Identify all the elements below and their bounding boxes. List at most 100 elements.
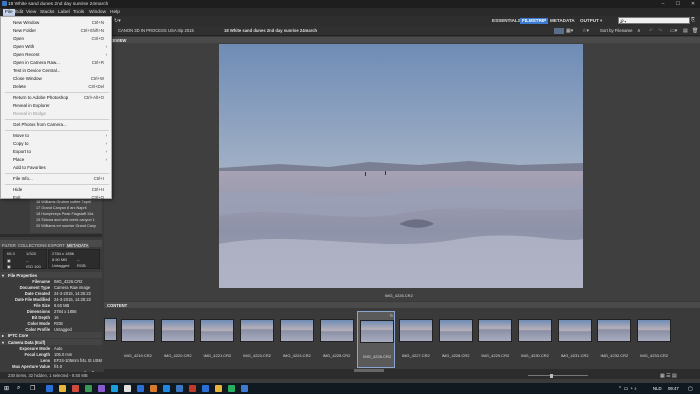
delete-icon[interactable]: 🗑 bbox=[692, 28, 698, 34]
taskbar-app-icon[interactable] bbox=[241, 385, 248, 392]
file-menu-item[interactable]: Export to › bbox=[1, 148, 111, 156]
menu-view[interactable]: View bbox=[26, 10, 36, 15]
sort-direction-icon[interactable]: ∧ bbox=[637, 28, 641, 34]
folder-item[interactable]: 19 Sidona and wild creek canyon 1 bbox=[36, 218, 95, 222]
workspace-filmstrip[interactable]: FILMSTRIP bbox=[520, 18, 549, 24]
taskbar-app-icon[interactable] bbox=[176, 385, 183, 392]
menu-tools[interactable]: Tools bbox=[73, 10, 84, 15]
camera-download-icon[interactable]: ⎘ bbox=[691, 17, 695, 23]
breadcrumb-item[interactable]: USA trip 2015 bbox=[168, 28, 194, 33]
star-rating-icon[interactable]: ☆▾ bbox=[582, 28, 589, 34]
file-menu-item[interactable]: File Info... Ctrl+I bbox=[1, 175, 111, 183]
thumbnail[interactable]: IMG_4228.CR2 bbox=[437, 311, 475, 368]
taskbar-app-icon[interactable] bbox=[111, 385, 118, 392]
new-folder-icon[interactable]: ▤ bbox=[683, 28, 688, 34]
search-icon[interactable]: ⌕ bbox=[17, 385, 20, 392]
thumbnail-size-slider[interactable] bbox=[528, 375, 588, 376]
taskbar-app-icon[interactable] bbox=[72, 385, 79, 392]
thumbnail[interactable]: IMG_4233.CR2 bbox=[635, 311, 673, 368]
file-menu-item[interactable]: Test in Device Central... bbox=[1, 67, 111, 75]
start-icon[interactable]: ⊞ bbox=[4, 385, 9, 392]
taskbar-app-icon[interactable] bbox=[124, 385, 131, 392]
workspace-menu-icon[interactable]: ▾ bbox=[600, 18, 602, 24]
panel-scrollbar[interactable] bbox=[0, 234, 102, 237]
file-menu-item[interactable]: Open Recent › bbox=[1, 51, 111, 59]
thumbnail[interactable]: IMG_4221.CR2 bbox=[198, 311, 236, 368]
taskbar-app-icon[interactable] bbox=[46, 385, 53, 392]
file-menu-item[interactable]: Get Photos from Camera... bbox=[1, 121, 111, 129]
taskbar-app-icon[interactable] bbox=[189, 385, 196, 392]
taskbar-app-icon[interactable] bbox=[215, 385, 222, 392]
breadcrumb-item[interactable]: 18 White sand dunes 2nd day sunrise 24ma… bbox=[224, 28, 317, 33]
taskbar-app-icon[interactable] bbox=[98, 385, 105, 392]
file-menu-item[interactable]: Hide Ctrl+H bbox=[1, 186, 111, 194]
taskbar-app-icon[interactable] bbox=[137, 385, 144, 392]
breadcrumb-item[interactable]: CANON 3D IN PROCESS bbox=[118, 28, 167, 33]
menu-file[interactable]: File bbox=[3, 8, 15, 16]
task-view-icon[interactable]: ❐ bbox=[30, 385, 35, 392]
thumbnail[interactable]: IMG_4219.CR2 bbox=[119, 311, 157, 368]
file-menu-item[interactable]: New Window Ctrl+N bbox=[1, 19, 111, 27]
close-button[interactable]: ✕ bbox=[686, 0, 700, 8]
search-input[interactable]: 𝒫 ▾ bbox=[618, 17, 690, 24]
sort-dropdown[interactable]: Sort by Filename bbox=[600, 28, 632, 33]
workspace-metadata[interactable]: METADATA bbox=[550, 18, 575, 23]
file-menu-item[interactable]: New Folder Ctrl+Shift+N bbox=[1, 27, 111, 35]
maximize-button[interactable]: ☐ bbox=[671, 0, 685, 8]
thumbnail[interactable]: IMG_4229.CR2 bbox=[476, 311, 514, 368]
taskbar-app-icon[interactable] bbox=[228, 385, 235, 392]
file-menu-item[interactable]: Return to Adobe Photoshop Ctrl+Alt+O bbox=[1, 94, 111, 102]
thumbnail[interactable]: IMG_4226.CR2 ↻ bbox=[357, 311, 396, 368]
notifications-icon[interactable]: ▢ bbox=[688, 386, 693, 392]
file-menu-item[interactable]: Reveal in Explorer bbox=[1, 102, 111, 110]
tab-export[interactable]: EXPORT bbox=[48, 243, 65, 248]
file-menu-item[interactable]: Open With › bbox=[1, 43, 111, 51]
rotate-icon[interactable]: ↻▾ bbox=[114, 18, 121, 24]
thumbnail[interactable]: IMG_4225.CR2 bbox=[318, 311, 356, 368]
file-menu-item[interactable]: Exit Ctrl+Q bbox=[1, 194, 111, 202]
view-grid-icon[interactable]: ▦▾ bbox=[566, 28, 573, 34]
file-menu-item[interactable]: Open Ctrl+O bbox=[1, 35, 111, 43]
menu-window[interactable]: Window bbox=[89, 10, 106, 15]
folder-item[interactable]: 20 Williams err sunrise Grand Cany bbox=[36, 224, 96, 228]
taskbar-app-icon[interactable] bbox=[150, 385, 157, 392]
section-header[interactable]: ▾ Camera Data (Exif) bbox=[0, 339, 102, 345]
language-indicator[interactable]: NLD bbox=[653, 386, 662, 391]
section-header[interactable]: ▸ IPTC Core bbox=[0, 332, 102, 338]
folder-item[interactable]: 17 Grand Canyon 8 arc Napril bbox=[36, 206, 86, 210]
thumbnail[interactable]: IMG_4223.CR2 bbox=[238, 311, 276, 368]
tray-icons[interactable]: ⌃ ▭ ◔ ♪ bbox=[618, 386, 637, 392]
tab-metadata[interactable]: METADATA bbox=[66, 243, 90, 248]
file-menu-item[interactable]: Add to Favorites bbox=[1, 164, 111, 172]
thumbnail[interactable]: IMG_4227.CR2 bbox=[397, 311, 435, 368]
menu-help[interactable]: Help bbox=[110, 10, 120, 15]
menu-edit[interactable]: Edit bbox=[15, 10, 23, 15]
taskbar-app-icon[interactable] bbox=[202, 385, 209, 392]
file-menu-item[interactable]: Move to › bbox=[1, 132, 111, 140]
file-menu-item[interactable]: Open in Camera Raw... Ctrl+R bbox=[1, 59, 111, 67]
preview-image[interactable] bbox=[219, 44, 583, 288]
tab-collections[interactable]: COLLECTIONS bbox=[18, 243, 47, 248]
clock[interactable]: 09:47 bbox=[668, 386, 679, 391]
rotate-icon[interactable]: ↻ bbox=[390, 313, 393, 318]
view-filmstrip-icon[interactable] bbox=[554, 27, 564, 34]
tab-filter[interactable]: FILTER bbox=[2, 243, 16, 248]
rotate-right-icon[interactable]: ↷ bbox=[658, 28, 662, 34]
slider-handle[interactable] bbox=[550, 373, 553, 378]
menu-label[interactable]: Label bbox=[58, 10, 70, 15]
thumbnail[interactable]: IMG_4224.CR2 bbox=[278, 311, 316, 368]
folder-item[interactable]: 18 Humphreys Peak Flagstaff 10a bbox=[36, 212, 93, 216]
workspace-essentials[interactable]: ESSENTIALS bbox=[492, 18, 521, 23]
thumbnail[interactable]: IMG_4231.CR2 bbox=[556, 311, 594, 368]
thumbnail[interactable]: IMG_4230.CR2 bbox=[516, 311, 554, 368]
thumb-partial-left[interactable] bbox=[104, 310, 118, 370]
open-recent-icon[interactable]: ▭▾ bbox=[670, 28, 677, 34]
minimize-button[interactable]: – bbox=[656, 0, 670, 8]
taskbar-app-icon[interactable] bbox=[163, 385, 170, 392]
view-grid-icon[interactable]: ▦ ☰ ▤ bbox=[660, 373, 677, 379]
file-menu-item[interactable]: Close Window Ctrl+W bbox=[1, 75, 111, 83]
file-menu-item[interactable]: Copy to › bbox=[1, 140, 111, 148]
thumbnail[interactable]: IMG_4220.CR2 bbox=[159, 311, 197, 368]
file-menu-item[interactable]: Place › bbox=[1, 156, 111, 164]
rotate-left-icon[interactable]: ↶ bbox=[649, 28, 653, 34]
